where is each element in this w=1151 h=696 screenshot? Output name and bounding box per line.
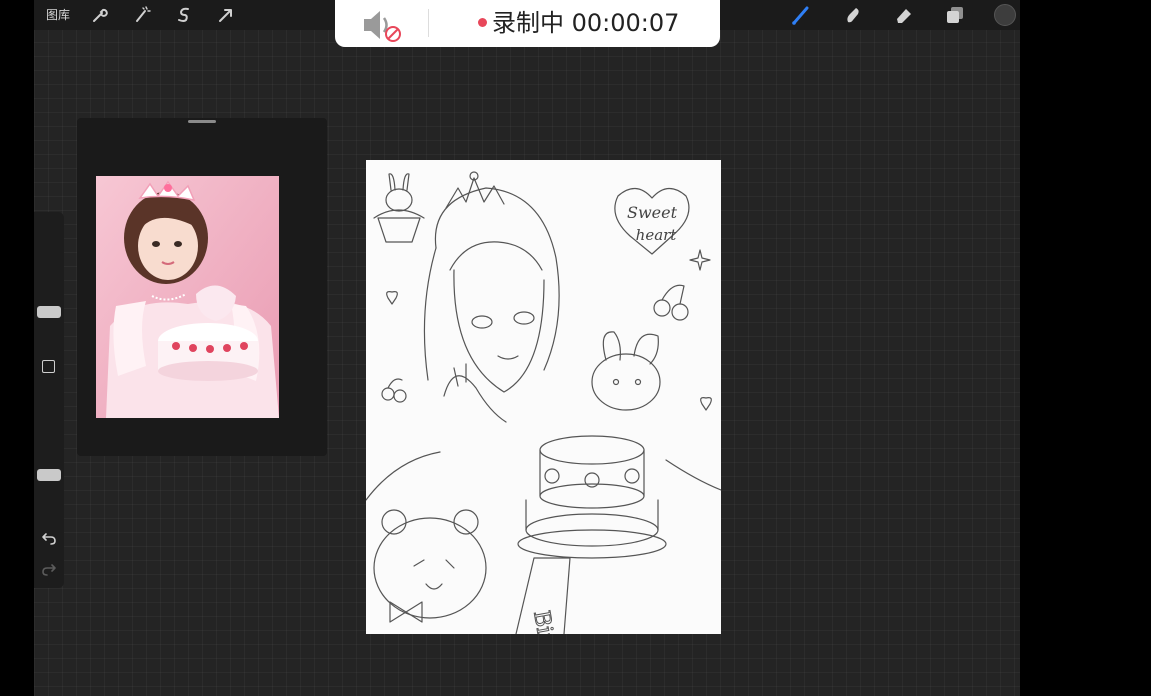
drawing-canvas[interactable]: Sweet heart Birt	[366, 160, 721, 634]
layers-icon[interactable]	[944, 4, 966, 26]
redo-icon[interactable]	[40, 561, 58, 577]
reference-panel[interactable]	[77, 118, 327, 456]
magic-wand-icon[interactable]	[132, 5, 152, 25]
left-sidebar	[34, 212, 64, 588]
modify-button[interactable]	[42, 360, 55, 373]
speaker-muted-icon[interactable]	[361, 7, 405, 43]
color-picker-swatch[interactable]	[994, 4, 1016, 26]
brush-size-slider[interactable]	[37, 306, 61, 318]
reference-drag-handle[interactable]	[188, 120, 216, 123]
line-art-sketch: Sweet heart Birt	[366, 171, 721, 634]
transform-arrow-icon[interactable]	[216, 5, 236, 25]
brush-icon[interactable]	[790, 4, 812, 26]
sketch-text-sweet: Sweet	[627, 203, 678, 222]
reference-photo	[96, 176, 279, 418]
recording-divider	[428, 9, 429, 37]
undo-icon[interactable]	[40, 530, 58, 546]
wrench-icon[interactable]	[90, 5, 110, 25]
sketch-text-birthday: Birt	[528, 609, 560, 634]
eraser-icon[interactable]	[893, 4, 915, 26]
screen-recording-indicator: 录制中 00:00:07	[335, 0, 720, 47]
procreate-app: 图库 录制中 00:00:07 Sweet heart Birt	[34, 0, 1020, 696]
recording-dot-icon	[478, 18, 487, 27]
gallery-button[interactable]: 图库	[46, 6, 70, 24]
opacity-slider[interactable]	[37, 469, 61, 481]
reference-photo-illustration	[96, 176, 279, 418]
selection-s-icon[interactable]	[174, 5, 194, 25]
recording-status-text: 录制中 00:00:07	[492, 9, 680, 37]
smudge-icon[interactable]	[842, 4, 864, 26]
sketch-text-heart: heart	[636, 226, 678, 244]
